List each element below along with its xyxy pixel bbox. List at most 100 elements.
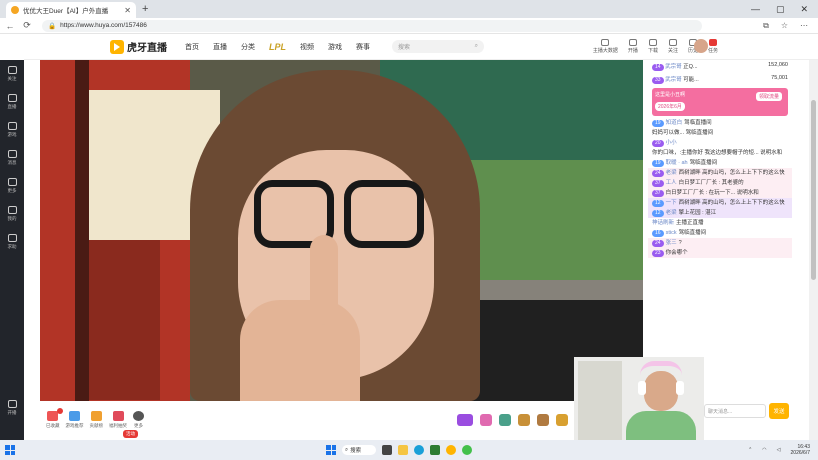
gift-item-icon[interactable] xyxy=(518,414,530,426)
search-input[interactable]: 搜索 ⌕ xyxy=(392,40,484,53)
refresh-icon[interactable]: ⟳ xyxy=(20,20,34,31)
wifi-icon[interactable]: ◠ xyxy=(762,447,766,453)
chat-username[interactable]: 一下 xyxy=(666,199,677,207)
nav-events[interactable]: 赛事 xyxy=(356,42,370,52)
file-explorer-icon[interactable] xyxy=(398,445,408,455)
chat-username[interactable]: 老梁 xyxy=(666,209,677,217)
sidebar-item-mine[interactable]: 我的 xyxy=(0,200,24,228)
header-task-button[interactable]: 任务 xyxy=(708,39,718,54)
nav-lpl[interactable]: LPL xyxy=(269,42,286,52)
search-icon[interactable]: ⌕ xyxy=(475,43,478,50)
more-button[interactable]: 更多 xyxy=(133,411,144,429)
gift-item-icon[interactable] xyxy=(480,414,492,426)
wechat-icon[interactable] xyxy=(462,445,472,455)
game-recommend-button[interactable]: 游戏推荐 xyxy=(66,411,84,429)
promo-banner[interactable]: 这里是小丑啊 领取流量 2026年6月 xyxy=(652,88,788,116)
sidebar-item-live[interactable]: 直播 xyxy=(0,88,24,116)
banner-button[interactable]: 领取流量 xyxy=(755,92,782,101)
nav-video[interactable]: 视频 xyxy=(300,42,314,52)
gift-item-icon[interactable] xyxy=(457,414,473,426)
rank-name[interactable]: 武宗哥 xyxy=(665,64,682,70)
header-download-button[interactable]: 下载 xyxy=(648,39,658,54)
system-clock[interactable]: 16:43 2026/6/7 xyxy=(791,444,810,456)
logo-text: 虎牙直播 xyxy=(127,43,167,54)
header-stream-button[interactable]: 开播 xyxy=(628,39,638,54)
gift-item-icon[interactable] xyxy=(537,414,549,426)
maximize-icon[interactable]: ▢ xyxy=(776,4,785,15)
new-tab-button[interactable]: + xyxy=(142,3,148,15)
nav-home[interactable]: 首页 xyxy=(185,42,199,52)
chat-username[interactable]: 神话刷新 xyxy=(652,219,674,227)
gift-item-icon[interactable] xyxy=(499,414,511,426)
chat-username[interactable]: 取暖 · ah xyxy=(666,159,688,167)
nav-category[interactable]: 分类 xyxy=(241,42,255,52)
sidebar-item-messages[interactable]: 消息 xyxy=(0,144,24,172)
rank-count: 75,001 xyxy=(771,75,788,81)
sidebar-item-games[interactable]: 游戏 xyxy=(0,116,24,144)
close-window-icon[interactable]: ✕ xyxy=(800,4,808,15)
chevron-up-icon[interactable]: ⌃ xyxy=(748,447,752,453)
sidebar-item-follow[interactable]: 关注 xyxy=(0,60,24,88)
level-badge: 37 xyxy=(652,179,664,187)
bookmark-icon[interactable]: ☆ xyxy=(781,21,788,31)
back-icon[interactable]: ← xyxy=(3,21,17,31)
minimize-icon[interactable]: — xyxy=(751,4,760,15)
hot-activity-tag[interactable]: 活动 xyxy=(123,430,138,438)
gift-item-icon[interactable] xyxy=(556,414,568,426)
heart-icon xyxy=(7,66,17,74)
chat-username[interactable]: 知道白 xyxy=(666,119,683,127)
webcam-overlay xyxy=(574,357,704,440)
user-avatar[interactable] xyxy=(694,39,708,53)
header-task-label: 任务 xyxy=(707,48,718,54)
level-badge: 19 xyxy=(652,119,664,127)
windows-start-icon[interactable] xyxy=(5,445,15,455)
gift-label: 福利抽奖 xyxy=(109,423,127,428)
sidebar-item-broadcast[interactable]: 开播 xyxy=(0,394,24,422)
taskbar-apps: ⌕ 搜索 xyxy=(326,445,472,455)
chat-input[interactable]: 聊天消息... xyxy=(704,404,766,418)
chat-text: 白日梦工厂厂长 : 其老婆的 xyxy=(678,180,744,186)
header-data-button[interactable]: 主播大数据 xyxy=(593,39,618,54)
chat-text: 妈妈可以做... 驾临直播间 xyxy=(652,130,714,136)
sidebar-item-help[interactable]: 求助 xyxy=(0,228,24,256)
chat-username[interactable]: stick xyxy=(666,229,677,237)
chat-username[interactable]: 张三 xyxy=(666,239,677,247)
start-icon[interactable] xyxy=(326,445,336,455)
volume-icon[interactable]: ◁ xyxy=(777,447,781,453)
contribution-button[interactable]: 贡献榜 xyxy=(90,411,103,429)
excel-icon[interactable] xyxy=(430,445,440,455)
favorite-button[interactable]: 已收藏 xyxy=(46,408,63,429)
chat-username[interactable]: 小小 xyxy=(666,139,677,147)
tab-title: 优优大王Duer【AI】户外直播 xyxy=(23,8,109,15)
chat-username[interactable]: 老梁 xyxy=(666,169,677,177)
sidebar-label: 我的 xyxy=(7,216,17,221)
task-view-icon[interactable] xyxy=(382,445,392,455)
rank-user: 14 武宗哥 正Q... xyxy=(652,62,698,71)
nav-live[interactable]: 直播 xyxy=(213,42,227,52)
huya-logo[interactable]: 虎牙直播 xyxy=(110,39,167,54)
page-scrollbar[interactable] xyxy=(809,60,818,440)
user-icon xyxy=(7,206,17,214)
video-glasses-right xyxy=(344,180,424,248)
header-follow-button[interactable]: 关注 xyxy=(668,39,678,54)
lottery-button[interactable]: 福利抽奖 xyxy=(109,411,127,429)
translate-icon[interactable]: ⧉ xyxy=(763,21,769,31)
video-player[interactable] xyxy=(40,60,643,401)
send-button[interactable]: 发送 xyxy=(769,403,789,419)
taskbar-search[interactable]: ⌕ 搜索 xyxy=(342,445,376,455)
rank-name[interactable]: 武宗哥 xyxy=(665,77,682,83)
scrollbar-thumb[interactable] xyxy=(811,100,816,280)
close-tab-icon[interactable]: ✕ xyxy=(124,6,131,15)
chat-username[interactable]: 工人 xyxy=(666,179,677,187)
chat-text: 你的口味，:主播你好 我这边想要帽子的短... 说明水和 xyxy=(652,150,783,156)
nav-games[interactable]: 游戏 xyxy=(328,42,342,52)
edge-icon[interactable] xyxy=(414,445,424,455)
rank-user: 33 武宗哥 可能... xyxy=(652,75,699,84)
huya-app-icon[interactable] xyxy=(446,445,456,455)
browser-tab[interactable]: 优优大王Duer【AI】户外直播 ✕ xyxy=(6,2,136,18)
menu-icon[interactable]: ⋯ xyxy=(800,21,808,31)
sidebar-item-more[interactable]: 更多 xyxy=(0,172,24,200)
site-header: 虎牙直播 首页 直播 分类 LPL 视频 游戏 赛事 搜索 ⌕ 主播大数据 开播… xyxy=(24,34,818,60)
url-field[interactable]: 🔒 https://www.huya.com/157486 xyxy=(42,19,702,32)
rank-row: 33 武宗哥 可能... 75,001 xyxy=(648,73,792,86)
